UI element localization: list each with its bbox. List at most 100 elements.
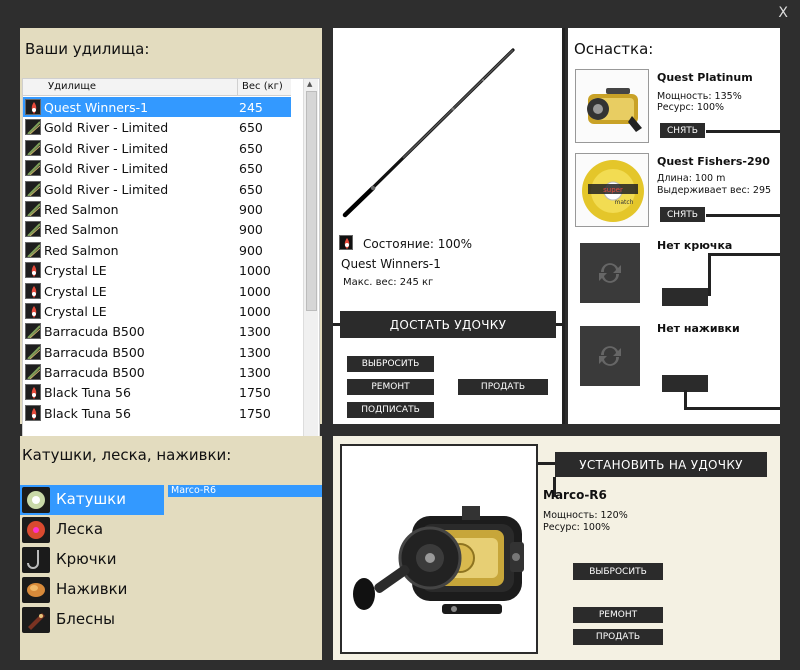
rods-scrollbar[interactable]: ▲ ▼ — [303, 79, 318, 447]
remove-reel-button[interactable]: СНЯТЬ — [660, 123, 705, 138]
bait-label: Нет наживки — [657, 322, 740, 335]
rod-quality-icon — [25, 282, 41, 299]
categories-title: Катушки, леска, наживки: — [22, 446, 232, 464]
rod-name-cell: Black Tuna 56 — [44, 385, 131, 401]
rods-list-header: Удилище Вес (кг) — [23, 79, 291, 96]
rod-icon — [25, 119, 41, 136]
sell-item-button[interactable]: ПРОДАТЬ — [573, 629, 663, 645]
rod-quality-icon — [25, 404, 41, 421]
hook-action-button[interactable] — [662, 288, 708, 306]
table-row[interactable]: Black Tuna 56 1750 — [23, 382, 303, 402]
discard-item-button[interactable]: ВЫБРОСИТЬ — [573, 563, 663, 580]
install-on-rod-button[interactable]: УСТАНОВИТЬ НА УДОЧКУ — [555, 452, 767, 477]
rod-weight-cell: 1300 — [239, 365, 271, 381]
table-row[interactable]: Gold River - Limited 650 — [23, 138, 303, 158]
category-line[interactable]: Леска — [20, 515, 164, 545]
rod-name-cell: Crystal LE — [44, 263, 107, 279]
reel-list-item[interactable]: Marco-R6 — [168, 485, 322, 497]
table-row[interactable]: Quest Winners-1 245 — [23, 97, 291, 118]
swap-icon — [599, 346, 621, 366]
category-reels[interactable]: Катушки — [20, 485, 164, 515]
rod-name-cell: Red Salmon — [44, 201, 119, 217]
category-hooks[interactable]: Крючки — [20, 545, 164, 575]
rod-quality-icon — [25, 343, 41, 360]
rod-condition: Состояние: 100% — [363, 237, 473, 251]
rod-weight-cell: 900 — [239, 201, 263, 217]
selected-item-resource: Ресурс: 100% — [543, 522, 611, 533]
take-rod-button[interactable]: ДОСТАТЬ УДОЧКУ — [340, 311, 556, 338]
table-row[interactable]: Crystal LE 1000 — [23, 260, 303, 280]
selected-item-image-frame — [340, 444, 538, 654]
table-row[interactable]: Black Tuna 56 1750 — [23, 403, 303, 423]
line-length: Длина: 100 m — [657, 173, 726, 184]
table-row[interactable]: Crystal LE 1000 — [23, 281, 303, 301]
table-row[interactable]: Gold River - Limited 650 — [23, 158, 303, 178]
hook-connector-vertical — [708, 254, 711, 296]
discard-rod-button[interactable]: ВЫБРОСИТЬ — [347, 356, 434, 372]
bait-slot[interactable] — [580, 326, 640, 386]
column-header-weight[interactable]: Вес (кг) — [242, 81, 283, 92]
tackle-title: Оснастка: — [574, 40, 654, 58]
category-baits[interactable]: Наживки — [20, 575, 164, 605]
rods-list[interactable]: Удилище Вес (кг) Quest Winners-1 245 Gold … — [22, 78, 320, 448]
rod-weight-cell: 650 — [239, 181, 263, 197]
table-row[interactable]: Crystal LE 1000 — [23, 301, 303, 321]
table-row[interactable]: Barracuda B500 1300 — [23, 342, 303, 362]
rod-name-cell: Red Salmon — [44, 222, 119, 238]
rod-name-cell: Gold River - Limited — [44, 120, 169, 136]
hook-connector-line — [708, 253, 780, 256]
rods-panel: Ваши удилища: Удилище Вес (кг) Quest Win… — [20, 28, 322, 448]
table-row[interactable]: Red Salmon 900 — [23, 240, 303, 260]
category-label: Леска — [56, 520, 104, 538]
table-row[interactable]: Red Salmon 900 — [23, 219, 303, 239]
category-label: Блесны — [56, 610, 116, 628]
line-spool-icon — [22, 517, 50, 543]
rod-name-cell: Gold River - Limited — [44, 161, 169, 177]
column-header-rod[interactable]: Удилище — [48, 81, 96, 92]
sell-rod-button[interactable]: ПРОДАТЬ — [458, 379, 548, 395]
reel-connector-line — [706, 130, 780, 133]
rod-icon — [25, 180, 41, 197]
reel-slot-image[interactable] — [575, 69, 649, 143]
rod-quality-icon — [25, 384, 41, 401]
table-row[interactable]: Red Salmon 900 — [23, 199, 303, 219]
rod-name-cell: Barracuda B500 — [44, 365, 145, 381]
repair-rod-button[interactable]: РЕМОНТ — [347, 379, 434, 395]
rod-weight-cell: 650 — [239, 161, 263, 177]
rod-name-cell: Barracuda B500 — [44, 344, 145, 360]
table-row[interactable]: Gold River - Limited 650 — [23, 117, 303, 137]
hook-slot[interactable] — [580, 243, 640, 303]
category-lures[interactable]: Блесны — [20, 605, 164, 635]
table-row[interactable]: Barracuda B500 1300 — [23, 321, 303, 341]
rod-name-cell: Black Tuna 56 — [44, 405, 131, 421]
table-row[interactable]: Gold River - Limited 650 — [23, 179, 303, 199]
rod-icon — [25, 241, 41, 258]
rod-name-cell: Gold River - Limited — [44, 140, 169, 156]
line-slot-image[interactable]: super match — [575, 153, 649, 227]
reel-image — [353, 506, 524, 614]
line-connector-line — [706, 214, 780, 217]
scroll-thumb[interactable] — [306, 91, 317, 311]
rod-name-cell: Quest Winners-1 — [44, 100, 149, 115]
categories-panel: Катушки, леска, наживки: Катушки Леска К… — [20, 436, 322, 660]
rod-name-cell: Barracuda B500 — [44, 324, 145, 340]
rod-weight-cell: 650 — [239, 140, 263, 156]
swap-icon — [599, 263, 621, 283]
rod-quality-icon — [25, 302, 41, 319]
repair-item-button[interactable]: РЕМОНТ — [573, 607, 663, 623]
table-row[interactable]: Barracuda B500 1300 — [23, 362, 303, 382]
remove-line-button[interactable]: СНЯТЬ — [660, 207, 705, 222]
rod-detail-panel: Состояние: 100% Quest Winners-1 Макс. ве… — [333, 28, 565, 424]
hook-icon — [22, 547, 50, 573]
column-divider — [237, 79, 238, 96]
tackle-panel: Оснастка: Quest Platinum Мощность: 135% … — [568, 28, 780, 424]
bait-connector-line — [684, 407, 780, 410]
category-label: Крючки — [56, 550, 117, 568]
line-brand-text-2: match — [615, 199, 634, 206]
scroll-up-icon[interactable]: ▲ — [307, 80, 312, 88]
sign-rod-button[interactable]: ПОДПИСАТЬ — [347, 402, 434, 418]
selected-item-panel: УСТАНОВИТЬ НА УДОЧКУ Marco-R6 Мощность: … — [333, 436, 780, 660]
hook-label: Нет крючка — [657, 239, 733, 252]
close-button[interactable]: X — [778, 5, 788, 21]
category-label: Катушки — [56, 490, 126, 508]
